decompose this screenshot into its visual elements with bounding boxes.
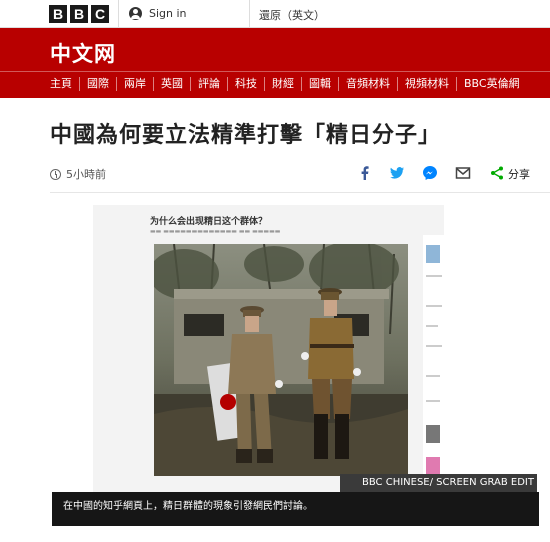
nav-item[interactable]: 評論 bbox=[191, 77, 228, 91]
logo-letter: B bbox=[49, 4, 67, 23]
divider bbox=[50, 192, 550, 193]
user-icon bbox=[129, 7, 142, 20]
clock-icon bbox=[50, 168, 61, 180]
masthead: 中文网 主頁 國際 兩岸 英國 評論 科技 財經 圖輯 音頻材料 視頻材料 BB… bbox=[0, 28, 550, 98]
signin-link[interactable]: Sign in bbox=[129, 7, 187, 20]
photo bbox=[154, 244, 408, 476]
divider bbox=[118, 0, 119, 27]
nav-item[interactable]: 視頻材料 bbox=[398, 77, 457, 91]
nav-item[interactable]: 科技 bbox=[228, 77, 265, 91]
photo-illustration bbox=[154, 244, 408, 476]
bbc-logo[interactable]: B B C bbox=[49, 4, 109, 23]
page-title: 中國為何要立法精準打擊「精日分子」 bbox=[50, 123, 442, 148]
language-toggle[interactable]: 還原（英文） bbox=[259, 7, 325, 23]
email-icon[interactable] bbox=[455, 165, 471, 181]
site-name[interactable]: 中文网 bbox=[50, 38, 116, 68]
top-bar: B B C Sign in 還原（英文） bbox=[0, 0, 550, 28]
timestamp-text: 5小時前 bbox=[66, 168, 106, 181]
twitter-icon[interactable] bbox=[389, 165, 405, 181]
nav-item[interactable]: 兩岸 bbox=[117, 77, 154, 91]
sidebar-thumbnails bbox=[423, 235, 444, 492]
share-label[interactable]: 分享 bbox=[508, 166, 530, 182]
divider bbox=[249, 0, 250, 27]
messenger-icon[interactable] bbox=[422, 165, 438, 181]
logo-letter: B bbox=[70, 4, 88, 23]
main-nav: 主頁 國際 兩岸 英國 評論 科技 財經 圖輯 音頻材料 視頻材料 BBC英倫網 bbox=[50, 77, 527, 91]
logo-letter: C bbox=[91, 4, 109, 23]
nav-item[interactable]: 主頁 bbox=[50, 77, 80, 91]
timestamp: 5小時前 bbox=[50, 166, 106, 182]
nav-item[interactable]: 財經 bbox=[265, 77, 302, 91]
nav-item[interactable]: 音頻材料 bbox=[339, 77, 398, 91]
image-credit: BBC CHINESE/ SCREEN GRAB EDIT bbox=[340, 474, 537, 492]
signin-label: Sign in bbox=[149, 7, 187, 20]
screenshot-title: 为什么会出现精日这个群体？ bbox=[150, 217, 268, 227]
nav-item[interactable]: 英國 bbox=[154, 77, 191, 91]
divider bbox=[0, 71, 550, 72]
facebook-icon[interactable] bbox=[357, 165, 373, 181]
nav-item[interactable]: 圖輯 bbox=[302, 77, 339, 91]
share-icon[interactable] bbox=[489, 165, 505, 181]
nav-item[interactable]: 國際 bbox=[80, 77, 117, 91]
screenshot-subtitle-lines: ▬▬ ▬▬▬▬▬▬▬▬▬▬▬▬▬ ▬▬ ▬▬▬▬▬ bbox=[150, 228, 281, 235]
image-caption: 在中國的知乎網頁上，精日群體的現象引發網民們討論。 bbox=[52, 492, 539, 526]
nav-item[interactable]: BBC英倫網 bbox=[457, 77, 527, 91]
